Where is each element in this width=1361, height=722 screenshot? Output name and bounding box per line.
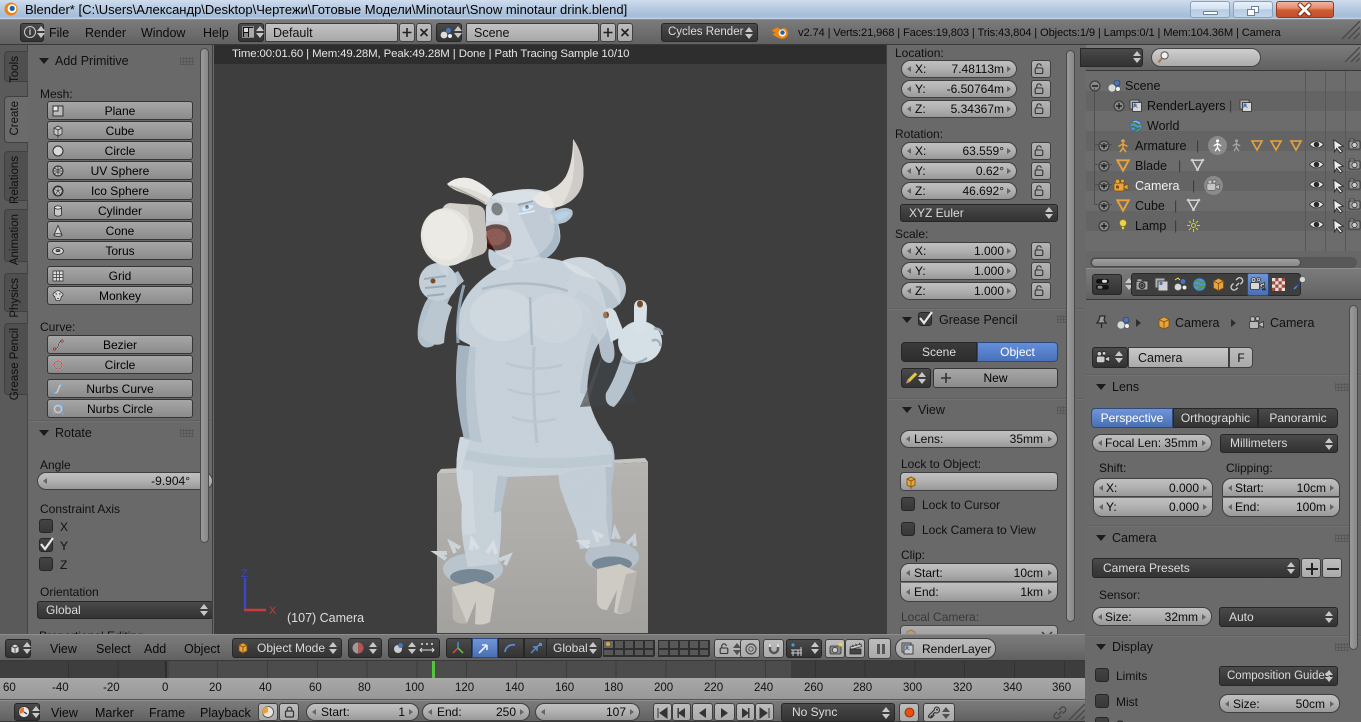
svg-text:Z: Z (241, 569, 248, 580)
svg-text:X: X (269, 605, 277, 617)
